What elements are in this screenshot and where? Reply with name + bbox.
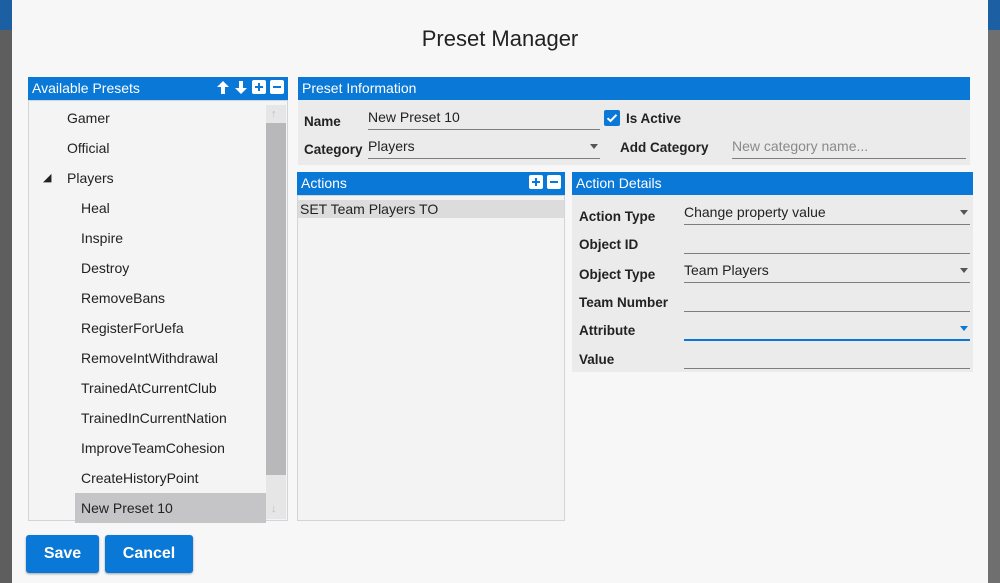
- preset-item-label: TrainedAtCurrentClub: [81, 380, 217, 396]
- preset-item-label: CreateHistoryPoint: [81, 470, 199, 486]
- checkmark-icon: [606, 114, 618, 123]
- preset-item[interactable]: RegisterForUefa: [29, 313, 266, 343]
- add-preset-icon[interactable]: [252, 80, 266, 94]
- actions-header-buttons: [529, 175, 561, 189]
- preset-item-label: TrainedInCurrentNation: [81, 410, 227, 426]
- object-type-select[interactable]: Team Players: [684, 259, 970, 283]
- preset-item-label: Gamer: [67, 110, 110, 126]
- background-titlebar-right: [988, 0, 1000, 30]
- preset-item-label: New Preset 10: [81, 500, 173, 516]
- preset-item[interactable]: Gamer: [29, 103, 266, 133]
- add-action-icon[interactable]: [529, 175, 543, 189]
- name-input[interactable]: New Preset 10: [368, 106, 600, 130]
- scroll-up-icon[interactable]: ↑: [271, 108, 277, 120]
- cancel-button[interactable]: Cancel: [105, 535, 193, 573]
- chevron-down-icon: [960, 268, 968, 273]
- preset-item[interactable]: Heal: [29, 193, 266, 223]
- scrollbar-thumb[interactable]: [266, 123, 286, 475]
- background-titlebar: [0, 0, 12, 30]
- preset-item[interactable]: RemoveBans: [29, 283, 266, 313]
- category-value: Players: [368, 138, 415, 154]
- preset-information-title: Preset Information: [302, 80, 417, 96]
- preset-item-label: ImproveTeamCohesion: [81, 440, 225, 456]
- preset-item[interactable]: ◢ Players: [29, 163, 266, 193]
- preset-item-label: Heal: [81, 200, 110, 216]
- scroll-down-icon[interactable]: ↓: [271, 503, 277, 515]
- preset-item-label: Inspire: [81, 230, 124, 246]
- is-active-checkbox[interactable]: [604, 110, 620, 126]
- presets-scrollbar[interactable]: ↑ ↓: [266, 105, 286, 519]
- category-select[interactable]: Players: [368, 135, 600, 159]
- action-row[interactable]: SET Team Players TO: [298, 200, 564, 218]
- preset-manager-dialog: Preset Manager Available Presets Gamer Of…: [12, 0, 988, 583]
- object-id-label: Object ID: [579, 237, 639, 252]
- attribute-label: Attribute: [579, 323, 636, 338]
- name-label: Name: [304, 114, 341, 129]
- actions-list: SET Team Players TO: [297, 195, 565, 521]
- available-presets-title: Available Presets: [32, 80, 140, 96]
- preset-item-label: RemoveIntWithdrawal: [81, 350, 218, 366]
- object-id-input[interactable]: [684, 230, 970, 254]
- action-type-value: Change property value: [684, 204, 826, 220]
- team-number-input[interactable]: [684, 288, 970, 312]
- object-type-label: Object Type: [579, 267, 656, 282]
- preset-item-label: RegisterForUefa: [81, 320, 184, 336]
- move-down-icon[interactable]: [234, 80, 248, 94]
- preset-item[interactable]: ImproveTeamCohesion: [29, 433, 266, 463]
- preset-item-label: Players: [67, 170, 114, 186]
- preset-information-body: Name New Preset 10 Is Active Category Pl…: [298, 100, 970, 165]
- chevron-down-icon: [590, 144, 598, 149]
- preset-item[interactable]: Official: [29, 133, 266, 163]
- preset-item-label: Official: [67, 140, 110, 156]
- add-category-label: Add Category: [620, 140, 709, 155]
- remove-preset-icon[interactable]: [270, 80, 284, 94]
- preset-item[interactable]: Inspire: [29, 223, 266, 253]
- preset-information-header: Preset Information: [298, 77, 970, 100]
- preset-item[interactable]: CreateHistoryPoint: [29, 463, 266, 493]
- remove-action-icon[interactable]: [547, 175, 561, 189]
- preset-item[interactable]: TrainedAtCurrentClub: [29, 373, 266, 403]
- object-type-value: Team Players: [684, 262, 769, 278]
- actions-header: Actions: [297, 172, 565, 195]
- value-input[interactable]: [684, 345, 970, 369]
- action-details-title: Action Details: [576, 175, 662, 191]
- move-up-icon[interactable]: [216, 80, 230, 94]
- preset-item-label: RemoveBans: [81, 290, 166, 306]
- dialog-title: Preset Manager: [421, 26, 579, 51]
- is-active-label: Is Active: [626, 111, 682, 126]
- preset-item[interactable]: TrainedInCurrentNation: [29, 403, 266, 433]
- add-category-input[interactable]: New category name...: [732, 135, 966, 159]
- chevron-down-icon: [960, 326, 968, 331]
- preset-item-label: Destroy: [81, 260, 130, 276]
- chevron-down-icon: [960, 210, 968, 215]
- collapse-arrow-icon[interactable]: ◢: [43, 163, 51, 193]
- attribute-select[interactable]: [684, 317, 970, 341]
- presets-header-buttons: [216, 80, 284, 94]
- team-number-label: Team Number: [579, 295, 669, 310]
- action-type-label: Action Type: [579, 209, 656, 224]
- action-details-header: Action Details: [572, 172, 973, 195]
- save-button[interactable]: Save: [26, 535, 99, 573]
- action-type-select[interactable]: Change property value: [684, 201, 970, 225]
- preset-item[interactable]: New Preset 10: [75, 493, 266, 523]
- value-label: Value: [579, 352, 615, 367]
- preset-item[interactable]: Destroy: [29, 253, 266, 283]
- category-label: Category: [304, 142, 363, 157]
- available-presets-header: Available Presets: [28, 77, 288, 100]
- actions-title: Actions: [301, 175, 347, 191]
- available-presets-list: Gamer Official ◢ Players Heal Inspire Destroy R…: [28, 100, 288, 523]
- preset-item[interactable]: RemoveIntWithdrawal: [29, 343, 266, 373]
- action-details-body: Action Type Change property value Object…: [572, 195, 973, 372]
